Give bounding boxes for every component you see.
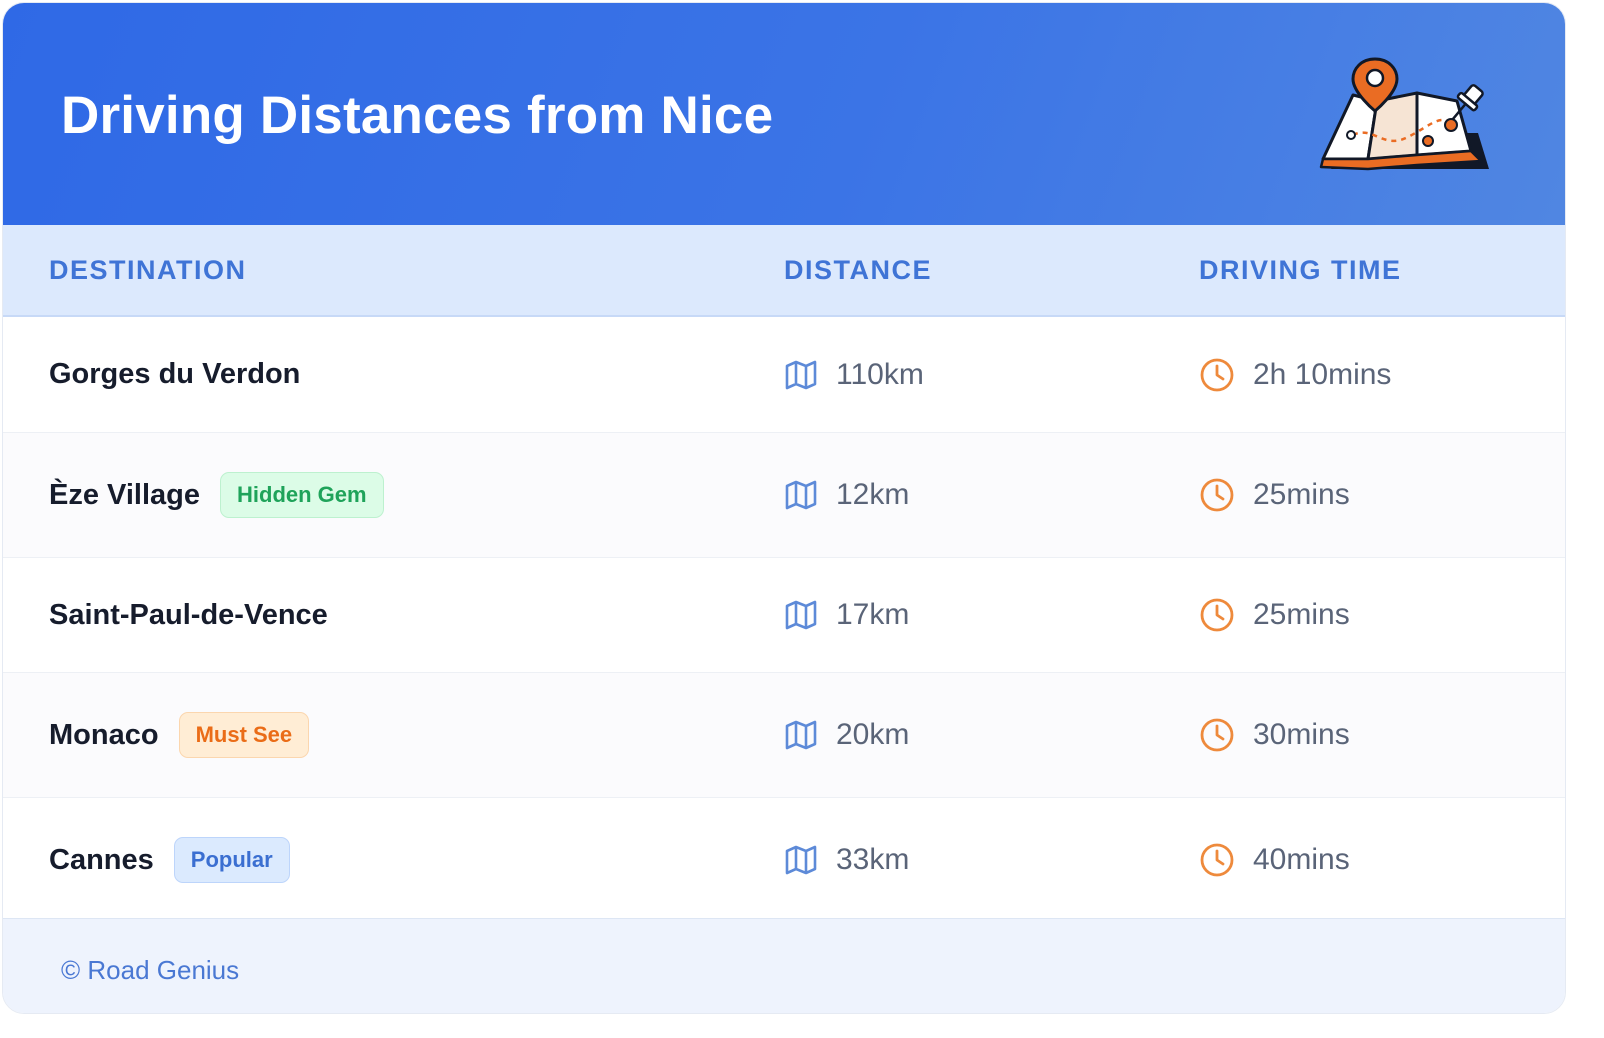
time-value: 2h 10mins: [1253, 357, 1392, 391]
distance-value: 17km: [836, 598, 910, 631]
table-row: Saint-Paul-de-Vence 17km 25mins: [3, 558, 1565, 673]
distance-value: 20km: [836, 718, 910, 751]
destination-name: Èze Village: [49, 478, 200, 511]
map-icon: [784, 480, 818, 510]
time-value: 30mins: [1253, 718, 1350, 751]
distance-cell: 20km: [784, 673, 909, 797]
card-footer: © Road Genius: [3, 918, 1565, 1013]
destination-name: Gorges du Verdon: [49, 358, 301, 390]
map-with-pins-icon: [1313, 55, 1503, 180]
clock-icon: [1199, 717, 1235, 753]
destination-cell: Cannes Popular: [49, 798, 290, 922]
distance-value: 33km: [836, 843, 910, 876]
card-header: Driving Distances from Nice: [3, 3, 1565, 225]
time-cell: 25mins: [1199, 433, 1350, 557]
clock-icon: [1199, 357, 1235, 393]
map-icon: [784, 600, 818, 630]
page-title: Driving Distances from Nice: [61, 86, 774, 145]
table-body: Gorges du Verdon 110km 2h 10mins Èze Vil…: [3, 317, 1565, 922]
table-row: Gorges du Verdon 110km 2h 10mins: [3, 317, 1565, 433]
table-header: DESTINATION DISTANCE DRIVING TIME: [3, 225, 1565, 317]
time-value: 40mins: [1253, 843, 1350, 876]
must-see-badge: Must See: [178, 712, 310, 758]
distance-value: 12km: [836, 478, 910, 511]
time-cell: 25mins: [1199, 558, 1350, 672]
destination-name: Saint-Paul-de-Vence: [49, 598, 328, 631]
table-row: Èze Village Hidden Gem 12km 25mins: [3, 433, 1565, 558]
destination-name: Monaco: [49, 718, 159, 751]
column-header-distance[interactable]: DISTANCE: [784, 255, 932, 286]
map-icon: [784, 720, 818, 750]
column-header-destination[interactable]: DESTINATION: [49, 255, 247, 286]
time-cell: 40mins: [1199, 798, 1350, 922]
destination-cell: Èze Village Hidden Gem: [49, 433, 384, 557]
clock-icon: [1199, 477, 1235, 513]
clock-icon: [1199, 842, 1235, 878]
destination-cell: Gorges du Verdon: [49, 317, 300, 432]
table-row: Cannes Popular 33km 40mins: [3, 798, 1565, 922]
popular-badge: Popular: [173, 837, 290, 883]
hidden-gem-badge: Hidden Gem: [220, 472, 384, 518]
distance-cell: 110km: [784, 317, 924, 432]
copyright-text[interactable]: © Road Genius: [61, 955, 239, 986]
map-icon: [784, 845, 818, 875]
column-header-driving-time[interactable]: DRIVING TIME: [1199, 255, 1402, 286]
destination-name: Cannes: [49, 843, 154, 876]
clock-icon: [1199, 597, 1235, 633]
map-icon: [784, 360, 818, 390]
time-value: 25mins: [1253, 478, 1350, 511]
distance-card: Driving Distances from Nice DESTINATION …: [2, 2, 1566, 1014]
time-cell: 30mins: [1199, 673, 1350, 797]
time-value: 25mins: [1253, 598, 1350, 631]
table-row: Monaco Must See 20km 30mins: [3, 673, 1565, 798]
destination-cell: Saint-Paul-de-Vence: [49, 558, 328, 672]
destination-cell: Monaco Must See: [49, 673, 310, 797]
distance-cell: 17km: [784, 558, 909, 672]
distance-value: 110km: [836, 357, 924, 391]
time-cell: 2h 10mins: [1199, 317, 1391, 432]
distance-cell: 33km: [784, 798, 909, 922]
distance-cell: 12km: [784, 433, 909, 557]
